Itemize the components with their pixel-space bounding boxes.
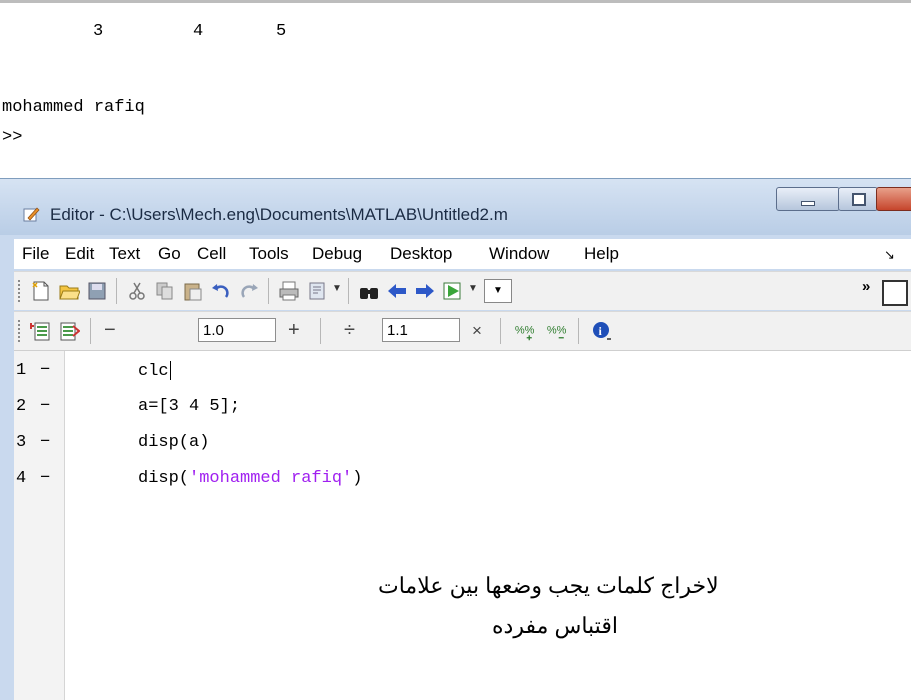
window-border [0, 0, 911, 3]
menu-edit[interactable]: Edit [65, 244, 94, 264]
back-arrow-icon[interactable] [386, 280, 408, 302]
toolbar-separator [116, 278, 117, 304]
toolbar-separator [90, 318, 91, 344]
line-number: 3 [16, 433, 27, 452]
title-bar[interactable]: Editor - C:\Users\Mech.eng\Documents\MAT… [0, 179, 911, 235]
output-text: mohammed rafiq [2, 98, 145, 117]
forward-arrow-icon[interactable] [414, 280, 436, 302]
paste-icon[interactable] [182, 280, 204, 302]
toolbar-dropdown[interactable]: ▼ [484, 279, 512, 303]
cut-icon[interactable] [126, 280, 148, 302]
divide-button[interactable]: ÷ [344, 319, 355, 342]
minimize-icon [801, 201, 815, 206]
open-folder-icon[interactable] [58, 280, 80, 302]
multiply-button[interactable]: × [472, 321, 482, 341]
menu-tools[interactable]: Tools [249, 244, 289, 264]
menu-desktop[interactable]: Desktop [390, 244, 452, 264]
breakpoint-marker[interactable]: − [40, 433, 50, 452]
close-button[interactable] [876, 187, 911, 211]
code-line[interactable]: disp(a) [138, 433, 209, 452]
decrement-button[interactable]: − [104, 319, 116, 342]
dock-icon[interactable] [882, 280, 908, 306]
menu-debug[interactable]: Debug [312, 244, 362, 264]
annotation-line-1: لاخراج كلمات يجب وضعها بين علامات [378, 573, 719, 598]
annotation-line-2: اقتباس مفرده [492, 613, 618, 638]
menu-cell[interactable]: Cell [197, 244, 226, 264]
main-toolbar: ▼ ▼ ▼ » [14, 271, 911, 310]
copy-icon[interactable] [154, 280, 176, 302]
output-number: 4 [193, 22, 204, 41]
undo-icon[interactable] [210, 280, 232, 302]
menu-help[interactable]: Help [584, 244, 619, 264]
find-files-icon[interactable] [306, 280, 328, 302]
line-number: 2 [16, 397, 27, 416]
menu-file[interactable]: File [22, 244, 49, 264]
svg-text:%%: %% [547, 325, 567, 337]
toolbar-grip[interactable] [18, 320, 23, 342]
redo-icon[interactable] [238, 280, 260, 302]
editor-window: Editor - C:\Users\Mech.eng\Documents\MAT… [0, 178, 911, 700]
command-prompt[interactable]: >> [2, 128, 22, 147]
binoculars-icon[interactable] [358, 280, 380, 302]
dropdown-arrow-icon[interactable]: ▼ [332, 283, 342, 294]
editor-icon [23, 207, 40, 222]
dropdown-arrow-icon[interactable]: ▼ [468, 283, 478, 294]
string-literal: 'mohammed rafiq' [189, 469, 353, 488]
save-icon[interactable] [86, 280, 108, 302]
toolbar-grip[interactable] [18, 280, 23, 302]
toolbar-separator [348, 278, 349, 304]
breakpoint-marker[interactable]: − [40, 469, 50, 488]
divide-value-field[interactable]: 1.1 [382, 318, 460, 342]
output-number: 5 [276, 22, 287, 41]
code-line[interactable]: clc [138, 361, 171, 381]
toolbar-separator [578, 318, 579, 344]
code-editor[interactable]: 1 − 2 − 3 − 4 − clc a=[3 4 5]; disp(a) d… [14, 351, 911, 700]
command-window[interactable]: 3 4 5 mohammed rafiq >> [0, 0, 911, 180]
line-number-gutter: 1 − 2 − 3 − 4 − [14, 351, 65, 700]
svg-text:%%: %% [515, 325, 535, 337]
toolbar-separator [320, 318, 321, 344]
text-cursor [169, 361, 171, 380]
output-number: 3 [93, 22, 104, 41]
code-text: ) [352, 469, 363, 488]
evaluate-cell-icon[interactable] [58, 320, 80, 342]
breakpoint-marker[interactable]: − [40, 397, 50, 416]
menu-bar: File Edit Text Go Cell Tools Debug Deskt… [14, 239, 911, 269]
code-line[interactable]: disp('mohammed rafiq') [138, 469, 362, 488]
new-file-icon[interactable] [30, 280, 52, 302]
maximize-button[interactable] [838, 187, 878, 211]
overflow-chevron-icon[interactable]: » [862, 278, 870, 295]
menu-window[interactable]: Window [489, 244, 549, 264]
insert-percent-icon[interactable]: %% [514, 320, 536, 342]
run-icon[interactable] [442, 280, 464, 302]
line-number: 1 [16, 361, 27, 380]
toolbar-separator [500, 318, 501, 344]
code-text: disp( [138, 469, 190, 488]
window-title: Editor - C:\Users\Mech.eng\Documents\MAT… [50, 205, 508, 224]
info-icon[interactable]: i [590, 320, 612, 342]
minimize-button[interactable] [776, 187, 840, 211]
breakpoint-marker[interactable]: − [40, 361, 50, 380]
code-text: clc [138, 361, 169, 381]
maximize-icon [852, 193, 866, 206]
cell-toolbar: − 1.0 + ÷ 1.1 × %% %% i [14, 311, 911, 351]
insert-cell-icon[interactable] [30, 320, 52, 342]
toolbar-separator [268, 278, 269, 304]
menu-go[interactable]: Go [158, 244, 181, 264]
remove-percent-icon[interactable]: %% [546, 320, 568, 342]
undock-arrow-icon[interactable]: ↘ [884, 247, 895, 263]
menu-text[interactable]: Text [109, 244, 140, 264]
code-line[interactable]: a=[3 4 5]; [138, 397, 240, 416]
print-icon[interactable] [278, 280, 300, 302]
line-number: 4 [16, 469, 27, 488]
decrement-value-field[interactable]: 1.0 [198, 318, 276, 342]
increment-button[interactable]: + [288, 319, 300, 342]
